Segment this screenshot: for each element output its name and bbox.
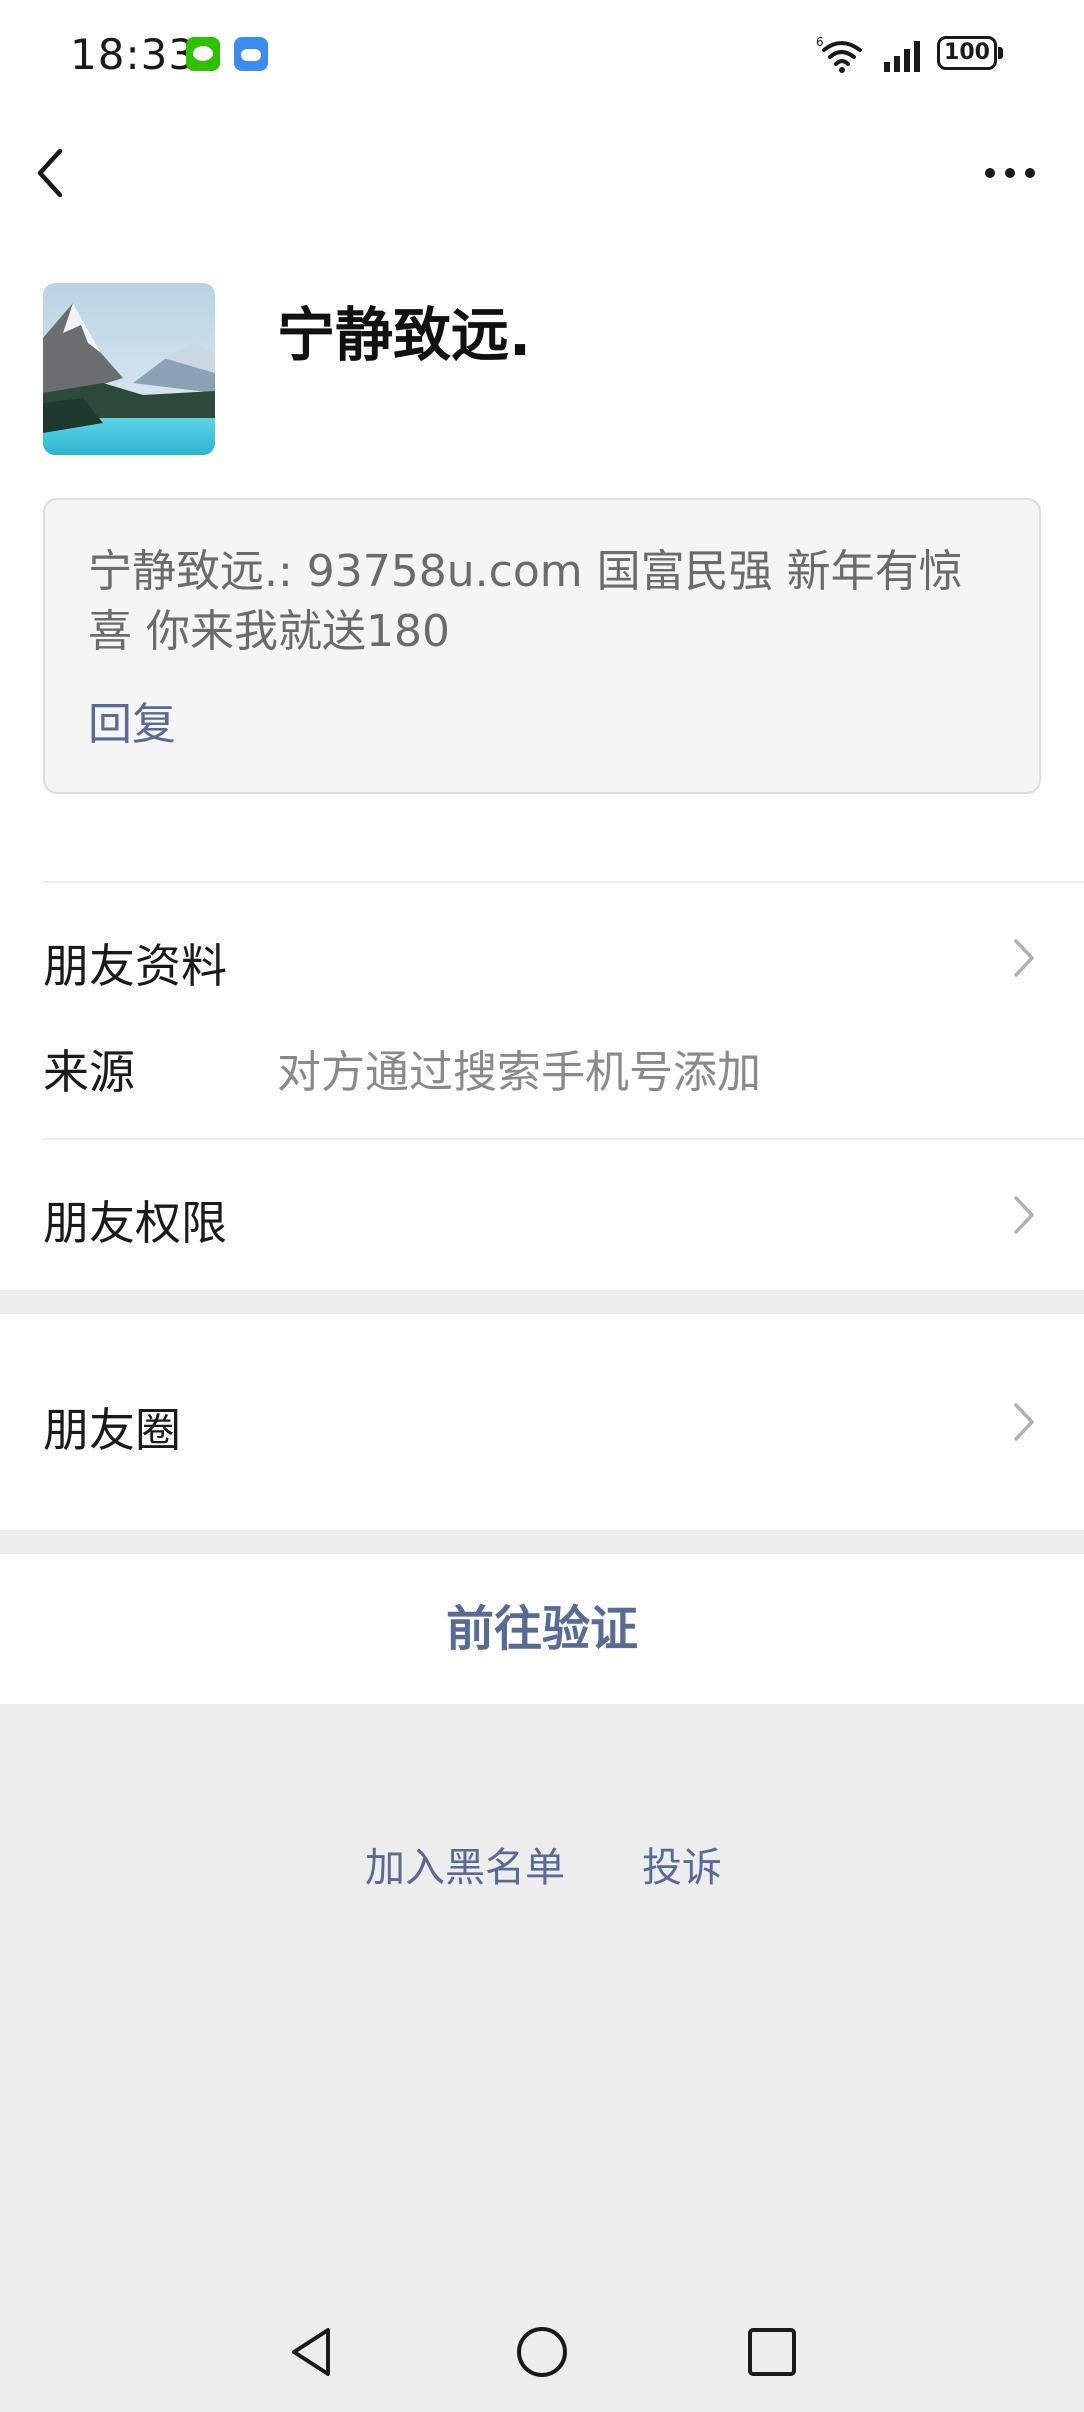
verification-message-text: 宁静致远.: 93758u.com 国富民强 新年有惊喜 你来我就送180 <box>88 546 963 657</box>
contact-name: 宁静致远. <box>277 301 532 369</box>
divider <box>43 881 1084 883</box>
more-dots-icon[interactable] <box>980 158 1040 188</box>
chevron-right-icon <box>1014 1403 1034 1441</box>
system-back-icon[interactable] <box>282 2322 342 2382</box>
battery-icon: 100 <box>937 36 1005 70</box>
svg-text:6: 6 <box>816 35 824 49</box>
system-home-icon[interactable] <box>512 2322 572 2382</box>
divider <box>43 1138 1084 1140</box>
chevron-right-icon <box>1014 939 1034 977</box>
avatar[interactable] <box>43 283 215 455</box>
moments-row[interactable]: 朋友圈 <box>43 1394 181 1460</box>
cellular-signal-icon <box>884 41 920 72</box>
friend-permissions-row[interactable]: 朋友权限 <box>43 1187 227 1253</box>
chevron-right-icon <box>1014 1196 1034 1234</box>
report-link[interactable]: 投诉 <box>642 1835 722 1893</box>
chevron-left-icon[interactable] <box>30 145 76 201</box>
section-gap <box>0 1290 1084 1314</box>
source-label: 来源 <box>43 1045 135 1099</box>
mountain-lake-image <box>43 283 215 455</box>
verify-button[interactable]: 前往验证 <box>0 1554 1084 1704</box>
verification-message-box: 宁静致远.: 93758u.com 国富民强 新年有惊喜 你来我就送180 回复 <box>43 498 1041 794</box>
system-recents-icon[interactable] <box>742 2322 802 2382</box>
friend-info-row[interactable]: 朋友资料 <box>43 930 227 996</box>
wechat-notification-icon <box>186 37 220 71</box>
reply-link[interactable]: 回复 <box>88 688 176 752</box>
status-time: 18:33 <box>70 30 197 79</box>
source-value: 对方通过搜索手机号添加 <box>277 1047 761 1098</box>
verify-section: 前往验证 <box>0 1554 1084 1704</box>
wifi-6-icon: 6 <box>816 35 862 73</box>
weather-notification-icon <box>234 37 268 71</box>
section-gap <box>0 1530 1084 1554</box>
status-bar: 18:33 6 100 <box>0 0 1084 110</box>
blacklist-link[interactable]: 加入黑名单 <box>365 1835 565 1893</box>
battery-level: 100 <box>937 36 997 70</box>
